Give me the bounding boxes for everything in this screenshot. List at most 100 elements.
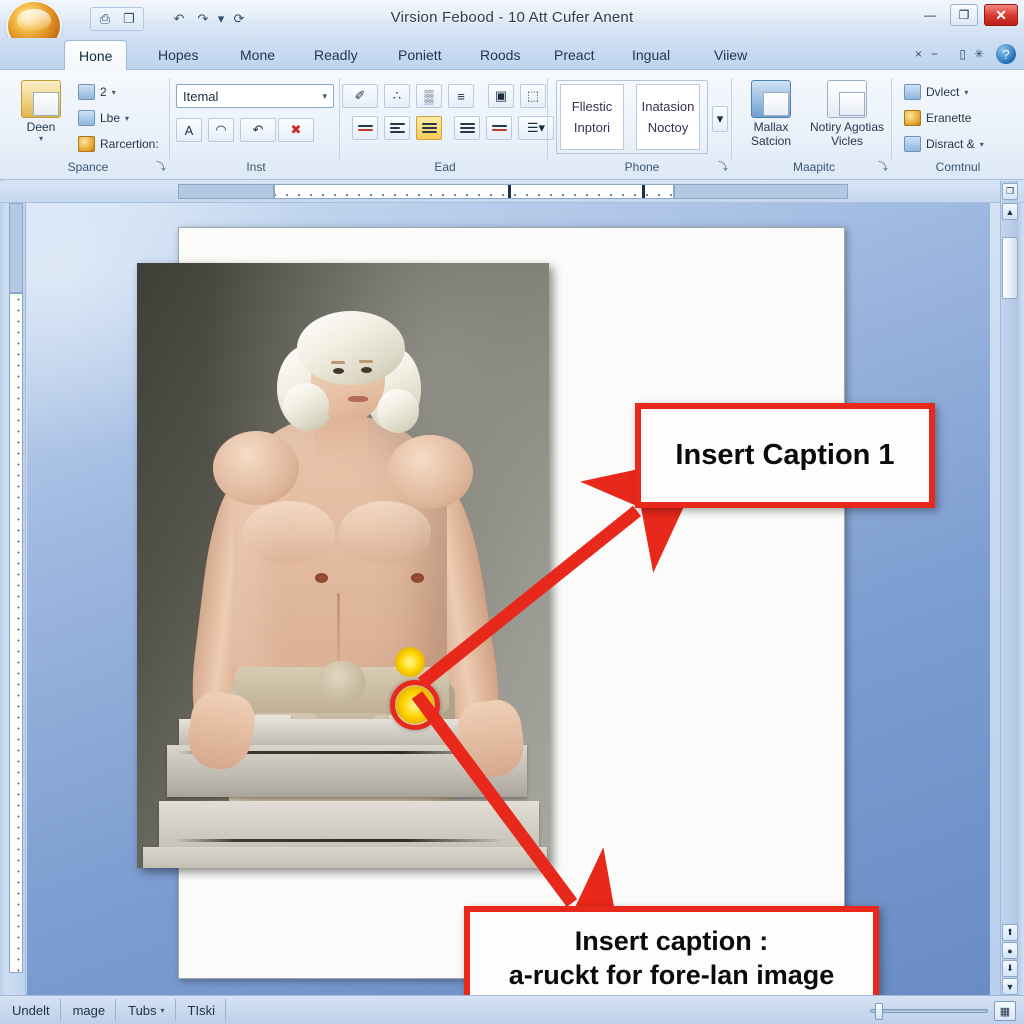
notiry-line2: Vicles: [831, 134, 863, 148]
dvlect-label: Dvlect: [926, 85, 960, 99]
callout-insert-caption-2[interactable]: Insert caption : a-ruckt for fore-lan ima…: [464, 906, 879, 995]
chevron-down-icon[interactable]: ▾: [980, 140, 984, 149]
stone-slab-base: [143, 847, 547, 868]
line-spacing-icon[interactable]: [454, 116, 480, 140]
chevron-down-icon[interactable]: ▾: [964, 88, 968, 97]
paste-icon: [78, 84, 95, 100]
zoom-slider-knob[interactable]: [875, 1003, 883, 1020]
tab-poniett[interactable]: Poniett: [384, 40, 456, 70]
line-glyph: [421, 121, 437, 135]
status-undelt-label: Undelt: [12, 1002, 50, 1018]
tab-roods[interactable]: Roods: [466, 40, 534, 70]
document-canvas[interactable]: Insert Caption 1 Insert caption : a-ruckt…: [27, 203, 990, 995]
dialog-launcher-icon[interactable]: ⤵: [156, 158, 166, 173]
vertical-ruler[interactable]: [6, 203, 26, 995]
clipboard-icon: [21, 80, 61, 118]
deen-button[interactable]: Deen ▾: [12, 80, 70, 143]
minimize-button[interactable]: —: [916, 4, 944, 26]
scroll-up-icon[interactable]: ▲: [1002, 203, 1018, 220]
undo-format-icon[interactable]: ↶: [240, 118, 276, 142]
paste-row[interactable]: 2 ▾: [78, 82, 116, 102]
scrollbar-thumb[interactable]: [1002, 237, 1018, 299]
zoom-level-icon[interactable]: ▦: [994, 1001, 1016, 1021]
ruler-ticks: [275, 193, 673, 197]
chevron-down-icon[interactable]: ▾: [322, 91, 327, 102]
tab-hopes[interactable]: Hopes: [144, 40, 212, 70]
style-box-2[interactable]: Inatasion Noctoy: [636, 84, 700, 150]
chevron-down-icon[interactable]: ▾: [125, 114, 129, 123]
ribbon-close-icon[interactable]: ×: [915, 47, 922, 61]
mallax-satcion-button[interactable]: Mallax Satcion: [738, 80, 804, 148]
mallax-line1: Mallax: [753, 120, 789, 134]
tab-hone[interactable]: Hone: [64, 40, 128, 70]
ribbon-star-icon[interactable]: ✳: [974, 47, 984, 61]
word-application-window: ⎙ ❐ ↶ ↷ ▾ ⟳ Virsion Febood - 10 Att Cufe…: [0, 0, 1024, 1024]
left-shoulder: [213, 431, 299, 505]
highlight-sparkle-small: [395, 647, 425, 677]
status-bar: Undelt mage Tubs ▾ TIski ▦: [0, 995, 1024, 1024]
group-label-ead: Ead: [434, 160, 456, 174]
status-item-tubs[interactable]: Tubs ▾: [118, 999, 176, 1021]
ruler-tab-stop[interactable]: [508, 185, 511, 198]
status-item-mage[interactable]: mage: [63, 999, 117, 1021]
align-center-icon[interactable]: [384, 116, 410, 140]
ribbon-tab-bar: Hone Hopes Mone Readly Poniett Roods Pre…: [0, 38, 1024, 70]
horizontal-ruler[interactable]: [0, 181, 1024, 203]
zoom-slider[interactable]: [870, 1003, 988, 1020]
restore-button[interactable]: ❐: [950, 4, 978, 26]
font-color-icon[interactable]: ✐: [342, 84, 378, 108]
browse-prev-icon[interactable]: ⬆: [1002, 924, 1018, 941]
shading-icon[interactable]: ▒: [416, 84, 442, 108]
tab-readly[interactable]: Readly: [300, 40, 372, 70]
tab-ingual[interactable]: Ingual: [618, 40, 684, 70]
tab-mone[interactable]: Mone: [226, 40, 289, 70]
format-painter-label: Rarcertion:: [100, 137, 159, 151]
chevron-down-icon[interactable]: ▾: [112, 88, 116, 97]
crop-icon[interactable]: ⬚: [520, 84, 546, 108]
close-button[interactable]: ✕: [984, 4, 1018, 26]
help-icon[interactable]: ?: [996, 44, 1016, 64]
tab-preact[interactable]: Preact: [540, 40, 608, 70]
dialog-launcher-icon[interactable]: ⤵: [878, 158, 888, 173]
styles-more-icon[interactable]: ▾: [712, 106, 728, 132]
status-item-tiski[interactable]: TIski: [178, 999, 226, 1021]
align-justify-icon[interactable]: [416, 116, 442, 140]
clear-format-icon[interactable]: ✖: [278, 118, 314, 142]
browse-select-icon[interactable]: ●: [1002, 942, 1018, 959]
notiry-agotias-button[interactable]: Notiry Agotias Vicles: [800, 80, 894, 148]
format-painter-row[interactable]: Rarcertion:: [78, 134, 159, 154]
zoom-control[interactable]: ▦: [870, 1001, 1016, 1021]
bold-icon[interactable]: A: [176, 118, 202, 142]
dialog-launcher-icon[interactable]: ⤵: [718, 158, 728, 173]
browse-next-icon[interactable]: ⬇: [1002, 960, 1018, 977]
ruler-page-area: [274, 184, 674, 199]
tab-viiew[interactable]: Viiew: [700, 40, 761, 70]
bullet-list-icon[interactable]: ☰▾: [518, 116, 554, 140]
hair-curl-right: [377, 389, 419, 433]
scroll-down-icon[interactable]: ▼: [1002, 978, 1018, 995]
font-name-combobox[interactable]: Itemal ▾: [176, 84, 334, 108]
align-left-icon[interactable]: ≡: [448, 84, 474, 108]
text-effects-icon[interactable]: ∴: [384, 84, 410, 108]
eranette-row[interactable]: Eranette: [904, 108, 971, 128]
dvlect-row[interactable]: Dvlect ▾: [904, 82, 968, 102]
disract-row[interactable]: Disract & ▾: [904, 134, 984, 154]
ribbon-document-icon[interactable]: ▯: [959, 47, 966, 61]
border-bottom-icon[interactable]: [352, 116, 378, 140]
chevron-down-icon[interactable]: ▾: [161, 1006, 165, 1015]
picture-border-icon[interactable]: ▣: [488, 84, 514, 108]
statue-man-with-stone-slabs-photo[interactable]: [137, 263, 549, 868]
ribbon-minimize-icon[interactable]: −: [931, 47, 938, 61]
vertical-scrollbar[interactable]: ❐ ▲ ⬆ ● ⬇ ▼: [1000, 181, 1018, 995]
copy-row[interactable]: Lbe ▾: [78, 108, 129, 128]
style-box-1[interactable]: Fllestic Inptori: [560, 84, 624, 150]
shading-fill-icon[interactable]: [486, 116, 512, 140]
ruler-tab-stop[interactable]: [642, 185, 645, 198]
title-bar: ⎙ ❐ ↶ ↷ ▾ ⟳ Virsion Febood - 10 Att Cufe…: [0, 0, 1024, 50]
vruler-page-area: [9, 293, 23, 973]
callout-insert-caption-1[interactable]: Insert Caption 1: [635, 403, 935, 508]
scroll-top-icon[interactable]: ❐: [1002, 183, 1018, 200]
chevron-down-icon[interactable]: ▾: [12, 134, 70, 143]
status-item-undelt[interactable]: Undelt: [2, 999, 61, 1021]
highlight-icon[interactable]: ◠: [208, 118, 234, 142]
